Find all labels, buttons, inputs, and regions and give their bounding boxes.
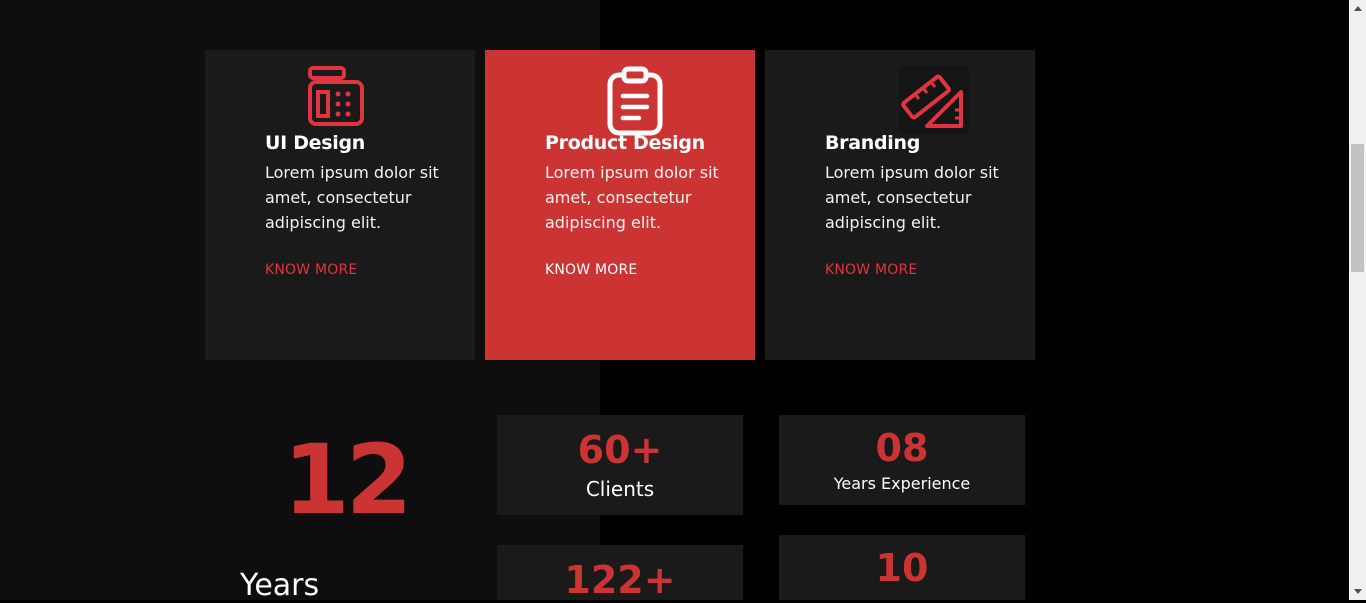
years-big-label: Years: [240, 568, 320, 603]
stat-value: 122+: [564, 558, 676, 602]
card-description: Lorem ipsum dolor sit amet, consectetur …: [265, 163, 439, 232]
ruler-icon: [899, 66, 969, 134]
service-card-product-design[interactable]: Product Design Lorem ipsum dolor sit ame…: [485, 50, 755, 360]
clipboard-icon: [603, 66, 669, 136]
know-more-link[interactable]: KNOW MORE: [545, 262, 637, 278]
card-title: Branding: [825, 132, 921, 154]
years-big-number: 12: [283, 424, 413, 536]
stat-value: 10: [875, 546, 929, 590]
vertical-scrollbar[interactable]: [1349, 0, 1366, 600]
service-card-branding[interactable]: Branding Lorem ipsum dolor sit amet, con…: [765, 50, 1035, 360]
card-description: Lorem ipsum dolor sit amet, consectetur …: [545, 163, 719, 232]
card-title: UI Design: [265, 132, 366, 154]
know-more-link[interactable]: KNOW MORE: [265, 262, 357, 278]
card-title: Product Design: [545, 132, 705, 154]
stat-label: Clients: [585, 477, 655, 501]
stat-box-fourth: 10: [779, 535, 1025, 600]
know-more-link[interactable]: KNOW MORE: [825, 262, 917, 278]
stat-label: Years Experience: [833, 474, 971, 493]
stat-box-experience: 08 Years Experience: [779, 415, 1025, 505]
scroll-up-arrow-icon[interactable]: [1349, 0, 1366, 17]
scroll-down-arrow-icon[interactable]: [1349, 583, 1366, 600]
calculator-icon: [304, 64, 370, 130]
stat-value: 60+: [577, 428, 663, 472]
stat-box-projects: 122+: [497, 545, 743, 600]
scrollbar-thumb[interactable]: [1351, 144, 1364, 272]
service-card-ui-design[interactable]: UI Design Lorem ipsum dolor sit amet, co…: [205, 50, 475, 360]
stat-value: 08: [875, 426, 929, 470]
stat-box-clients: 60+ Clients: [497, 415, 743, 515]
card-description: Lorem ipsum dolor sit amet, consectetur …: [825, 163, 999, 232]
